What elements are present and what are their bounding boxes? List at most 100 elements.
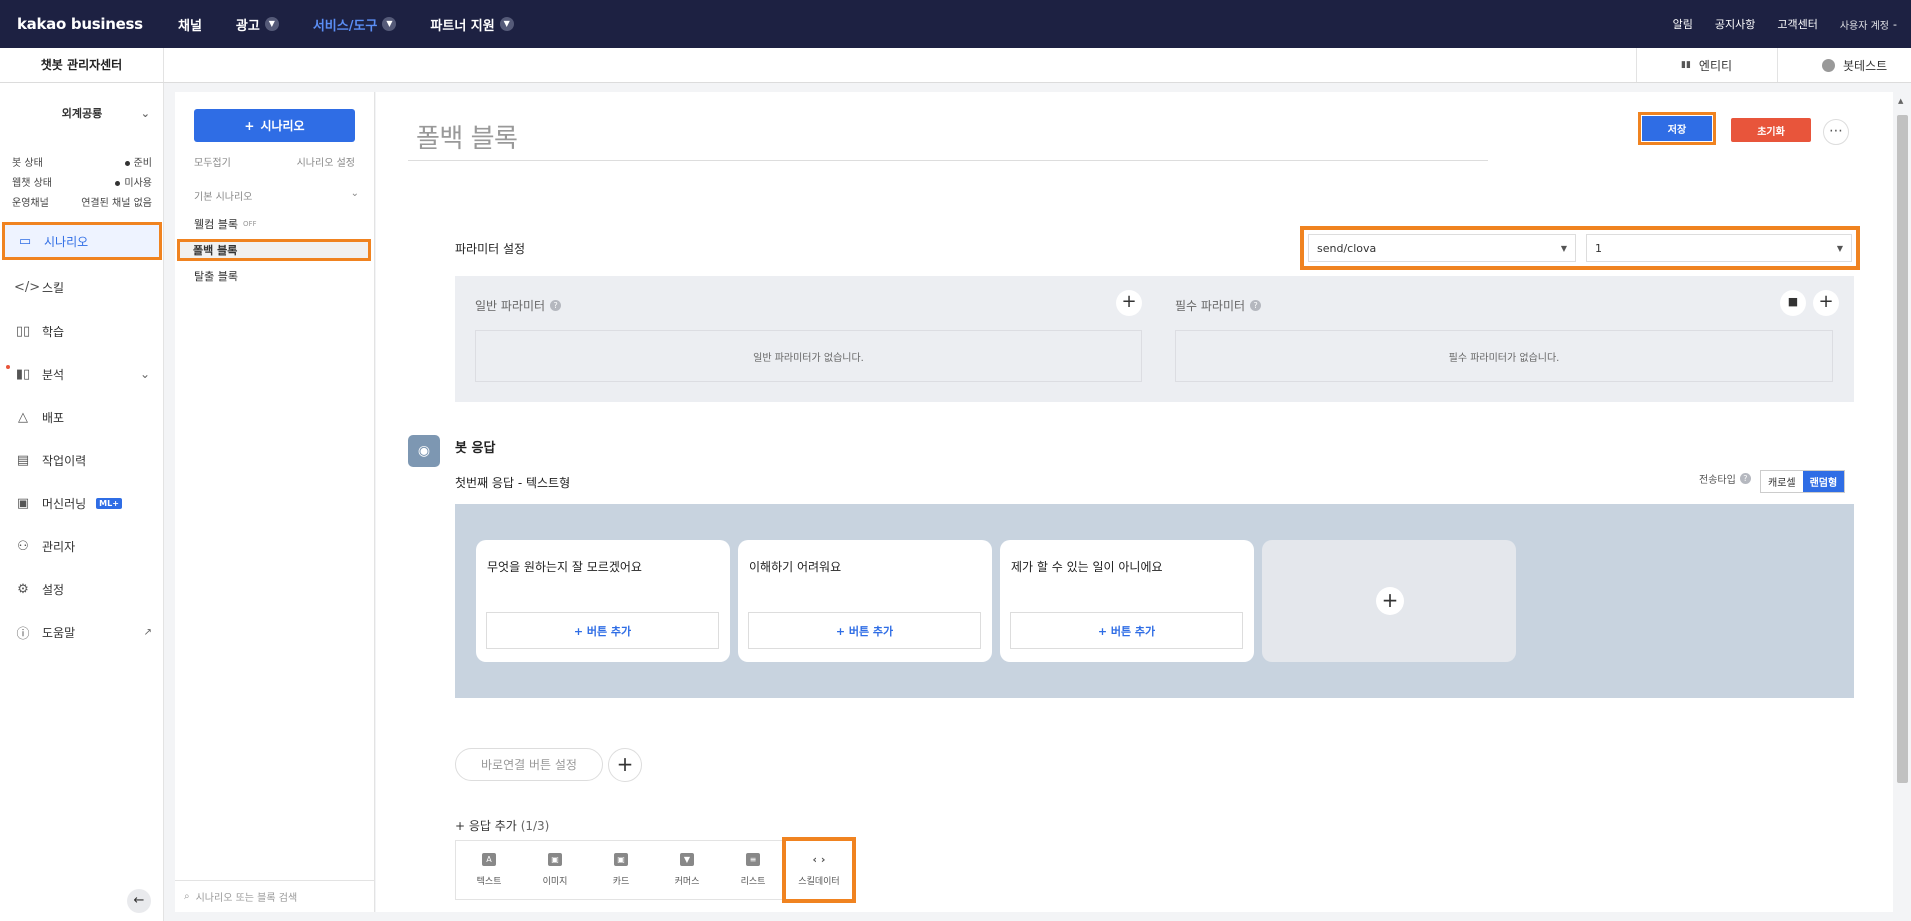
nav-ads-label: 광고: [235, 18, 260, 34]
block-item-exit[interactable]: 탈출 블록: [194, 268, 238, 284]
version-select[interactable]: 1 ▼: [1585, 234, 1852, 262]
sidebar-item-label: 시나리오: [44, 234, 89, 249]
add-card-button[interactable]: + 버튼 추가: [486, 612, 719, 649]
chatbot-admin-title[interactable]: 챗봇 관리자센터: [0, 48, 164, 82]
bot-test-button[interactable]: 봇테스트: [1777, 48, 1911, 82]
sidebar-item-history[interactable]: ▤ 작업이력: [0, 441, 164, 479]
sidebar-item-help[interactable]: ⓘ 도움말 ↗: [0, 613, 164, 651]
response-type-image[interactable]: ▣ 이미지: [522, 841, 588, 899]
page-title[interactable]: 폴백 블록: [416, 118, 518, 155]
collapse-sidebar-button[interactable]: ←: [127, 889, 151, 913]
chevron-down-icon: ▼: [382, 17, 397, 31]
save-button[interactable]: 저장: [1638, 112, 1716, 145]
nav-partner-support[interactable]: 파트너 지원 ▼: [430, 15, 514, 34]
account-menu[interactable]: 사용자 계정 -: [1840, 17, 1897, 32]
reset-button[interactable]: 초기화: [1731, 118, 1811, 142]
response-type-label: 리스트: [740, 877, 766, 887]
card-text[interactable]: 이해하기 어려워요: [749, 558, 841, 575]
response-type-label: 텍스트: [476, 877, 502, 887]
more-options-icon[interactable]: ⋯: [1823, 119, 1849, 145]
sidebar-item-label: 학습: [42, 324, 65, 339]
card-text[interactable]: 제가 할 수 있는 일이 아니에요: [1011, 558, 1163, 575]
sidebar-item-scenario[interactable]: ▭ 시나리오: [2, 222, 162, 260]
response-type-text[interactable]: A 텍스트: [456, 841, 522, 899]
send-type-toggle: 캐로셀 랜덤형: [1760, 470, 1846, 493]
bot-selector[interactable]: 외계공룡 ⌄: [0, 101, 164, 125]
user-icon: ⚇: [17, 538, 29, 554]
required-parameters: 필수 파라미터? ■ + 필수 파라미터가 없습니다.: [1155, 276, 1854, 402]
add-response-text: + 응답 추가: [455, 819, 517, 833]
add-required-param-button[interactable]: +: [1813, 290, 1839, 316]
status-value: 준비: [124, 154, 152, 169]
response-type-skill-data[interactable]: ‹ › 스킬데이터: [782, 837, 856, 903]
response-type-list[interactable]: ≡ 리스트: [720, 841, 786, 899]
book-icon: ▯▯: [15, 323, 31, 339]
help-icon[interactable]: ?: [1739, 473, 1751, 484]
response-type-commerce[interactable]: ▼ 커머스: [654, 841, 720, 899]
chevron-down-icon: -: [1893, 17, 1897, 31]
nav-support[interactable]: 고객센터: [1777, 16, 1817, 32]
nav-services-tools[interactable]: 서비스/도구 ▼: [313, 15, 397, 34]
block-item-fallback[interactable]: 폴백 블록: [177, 239, 371, 261]
add-general-param-button[interactable]: +: [1116, 290, 1142, 316]
chevron-down-icon: ▼: [499, 17, 514, 31]
sidebar-item-deploy[interactable]: △ 배포: [0, 398, 164, 436]
scenario-settings-link[interactable]: 시나리오 설정: [297, 154, 355, 169]
help-icon[interactable]: ?: [550, 300, 562, 311]
plus-icon: +: [1376, 587, 1404, 615]
notification-dot: [6, 365, 10, 369]
add-response-label: + 응답 추가 (1/3): [455, 817, 549, 834]
chevron-down-icon: ▼: [264, 17, 279, 31]
sidebar-item-analysis[interactable]: ▮▯ 분석 ⌄: [0, 355, 164, 393]
response-card[interactable]: 무엇을 원하는지 잘 모르겠어요 + 버튼 추가: [476, 540, 730, 662]
left-sidebar: 외계공룡 ⌄ 봇 상태 준비 웹챗 상태 미사용 운영채널 연결된 채널 없음 …: [0, 83, 164, 921]
help-icon: ⓘ: [16, 626, 30, 642]
nav-channel[interactable]: 채널: [178, 15, 202, 34]
status-value: 미사용: [115, 174, 152, 189]
add-response-card[interactable]: +: [1262, 540, 1516, 662]
response-card[interactable]: 이해하기 어려워요 + 버튼 추가: [738, 540, 992, 662]
toggle-random[interactable]: 랜덤형: [1802, 471, 1845, 492]
folder-icon[interactable]: ■: [1780, 290, 1806, 316]
add-quick-reply-button[interactable]: +: [608, 748, 642, 782]
response-type-label: 카드: [612, 877, 630, 887]
sidebar-item-admin[interactable]: ⚇ 관리자: [0, 527, 164, 565]
kakao-business-logo[interactable]: kakao business: [17, 15, 178, 33]
entity-label: 엔티티: [1698, 58, 1733, 73]
entity-button[interactable]: ▮▮ 엔티티: [1636, 48, 1777, 82]
response-type-card[interactable]: ▣ 카드: [588, 841, 654, 899]
scrollbar-thumb[interactable]: [1897, 115, 1908, 783]
skill-select[interactable]: send/clova ▼: [1308, 234, 1576, 262]
nav-ads[interactable]: 광고 ▼: [236, 15, 279, 34]
chevron-down-icon: ⌄: [139, 367, 150, 381]
toggle-carousel[interactable]: 캐로셀: [1761, 471, 1803, 492]
sidebar-item-settings[interactable]: ⚙ 설정: [0, 570, 164, 608]
nav-channel-label: 채널: [178, 18, 202, 34]
add-card-button[interactable]: + 버튼 추가: [748, 612, 981, 649]
sidebar-item-learning[interactable]: ▯▯ 학습: [0, 312, 164, 350]
sidebar-item-skill[interactable]: </> 스킬: [0, 268, 164, 306]
scroll-up-arrow-icon[interactable]: ▲: [1898, 97, 1903, 105]
sidebar-item-machine-learning[interactable]: ▣ 머신러닝 ML+: [0, 484, 164, 522]
add-scenario-button[interactable]: + 시나리오: [194, 109, 355, 142]
help-icon[interactable]: ?: [1250, 300, 1262, 311]
search-placeholder: 시나리오 또는 블록 검색: [195, 893, 298, 904]
collapse-all-link[interactable]: 모두접기: [194, 154, 231, 169]
card-text[interactable]: 무엇을 원하는지 잘 모르겠어요: [487, 558, 642, 575]
response-cards-area: 무엇을 원하는지 잘 모르겠어요 + 버튼 추가 이해하기 어려워요 + 버튼 …: [455, 504, 1854, 698]
block-search-input[interactable]: ⌕ 시나리오 또는 블록 검색: [175, 880, 375, 912]
plus-icon: +: [244, 118, 255, 133]
response-card[interactable]: 제가 할 수 있는 일이 아니에요 + 버튼 추가: [1000, 540, 1254, 662]
version-select-value: 1: [1594, 241, 1602, 255]
nav-notices[interactable]: 공지사항: [1715, 16, 1755, 32]
block-item-welcome[interactable]: 웰컴 블록 OFF: [194, 216, 257, 232]
add-card-button[interactable]: + 버튼 추가: [1010, 612, 1243, 649]
quick-reply-settings-button[interactable]: 바로연결 버튼 설정: [455, 748, 603, 781]
required-params-title: 필수 파라미터: [1175, 299, 1246, 313]
send-type: 전송타입 ?: [1699, 471, 1751, 486]
sidebar-item-label: 머신러닝: [42, 496, 87, 511]
list-icon: ≡: [746, 853, 760, 866]
nav-alerts[interactable]: 알림: [1673, 16, 1693, 32]
parameter-selects: send/clova ▼ 1 ▼: [1300, 226, 1860, 270]
scenario-group-header[interactable]: 기본 시나리오 ⌄: [194, 188, 359, 203]
